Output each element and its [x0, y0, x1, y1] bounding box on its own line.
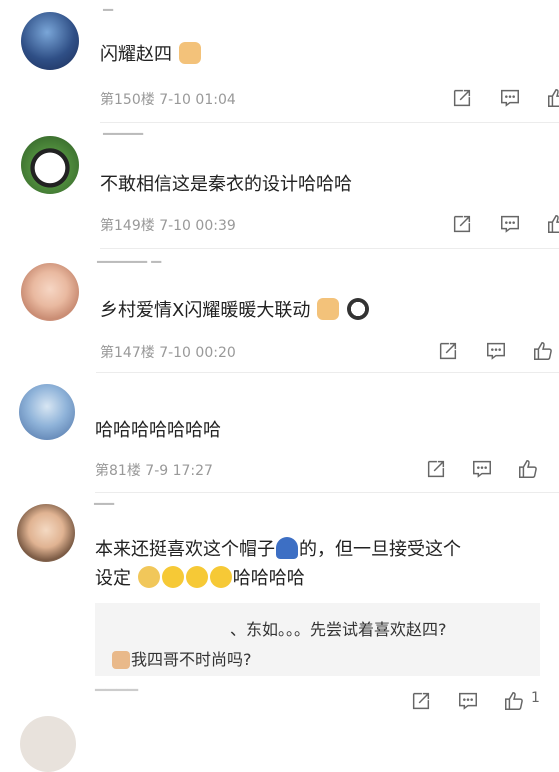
comment-time: 7-9 17:27 — [145, 463, 213, 479]
cat-emoji-icon — [112, 651, 130, 669]
avatar[interactable] — [17, 504, 75, 562]
share-icon[interactable] — [437, 340, 459, 362]
username[interactable]: ▔▔▔▔ — [103, 134, 143, 149]
comment-text: 不敢相信这是秦衣的设计哈哈哈 — [100, 174, 352, 195]
comment-meta: 第81楼 7-9 17:27 — [95, 460, 213, 480]
comment-icon[interactable] — [471, 458, 493, 480]
facepalm-emoji-icon — [137, 566, 160, 588]
comment-time: 7-10 00:20 — [159, 345, 236, 361]
thumbs-up-icon[interactable] — [517, 458, 539, 480]
comment-time: 7-10 01:04 — [159, 92, 236, 108]
share-icon[interactable] — [451, 87, 473, 109]
username[interactable]: ▔▔▔▔▔ ▔ — [97, 262, 161, 277]
laughing-crying-emoji-icon — [185, 566, 208, 588]
comment-icon[interactable] — [457, 690, 479, 712]
thumbs-up-icon[interactable] — [546, 87, 559, 109]
comment-icon[interactable] — [499, 213, 521, 235]
thumbs-up-icon[interactable] — [532, 340, 554, 362]
share-icon[interactable] — [451, 213, 473, 235]
thumbs-up-emoji-icon — [178, 42, 201, 64]
avatar[interactable] — [20, 716, 76, 772]
username[interactable]: ▔▔ — [94, 504, 114, 519]
divider — [100, 248, 559, 249]
comment-icon[interactable] — [485, 340, 507, 362]
comment-time: 7-10 00:39 — [159, 218, 236, 234]
like-count: 1 — [531, 690, 540, 706]
avatar[interactable] — [21, 263, 79, 321]
laughing-crying-emoji-icon — [209, 566, 232, 588]
panda-emoji-icon — [346, 298, 369, 320]
comment-text: 哈哈哈哈哈哈哈 — [95, 420, 221, 441]
comment-meta: ▔▔▔▔ — [95, 690, 139, 706]
laughing-crying-emoji-icon — [161, 566, 184, 588]
floor-number: 第81楼 — [95, 463, 141, 479]
comment-icon[interactable] — [499, 87, 521, 109]
comment-text: 乡村爱情X闪耀暖暖大联动 — [100, 296, 370, 326]
divider — [96, 372, 559, 373]
comment-meta: 第147楼 7-10 00:20 — [100, 342, 236, 362]
cap-emoji-icon — [276, 537, 298, 559]
username[interactable]: ▔ — [103, 10, 113, 25]
comment-meta: 第149楼 7-10 00:39 — [100, 215, 236, 235]
floor-number: 第149楼 — [100, 218, 155, 234]
thumbs-up-icon[interactable] — [546, 213, 559, 235]
thumbs-up-icon[interactable] — [503, 690, 525, 712]
reply-text: 、东如。。。先尝试着喜欢赵四? — [230, 620, 447, 639]
avatar[interactable] — [21, 12, 79, 70]
quoted-reply[interactable]: 、东如。。。先尝试着喜欢赵四? 我四哥不时尚吗? — [95, 603, 540, 676]
comment-text: 闪耀赵四 — [100, 40, 202, 70]
divider — [95, 492, 559, 493]
comment-text-line2: 设定 哈哈哈哈 — [95, 566, 305, 589]
comment-meta: 第150楼 7-10 01:04 — [100, 89, 236, 109]
reply-text: 我四哥不时尚吗? — [111, 646, 252, 670]
avatar[interactable] — [21, 136, 79, 194]
avatar[interactable] — [19, 384, 75, 440]
floor-number: 第147楼 — [100, 345, 155, 361]
thumbs-up-emoji-icon — [317, 298, 340, 320]
divider — [100, 122, 559, 123]
comment-text: 本来还挺喜欢这个帽子 的，但一旦接受这个 — [95, 537, 461, 560]
floor-number: 第150楼 — [100, 92, 155, 108]
share-icon[interactable] — [410, 690, 432, 712]
share-icon[interactable] — [425, 458, 447, 480]
